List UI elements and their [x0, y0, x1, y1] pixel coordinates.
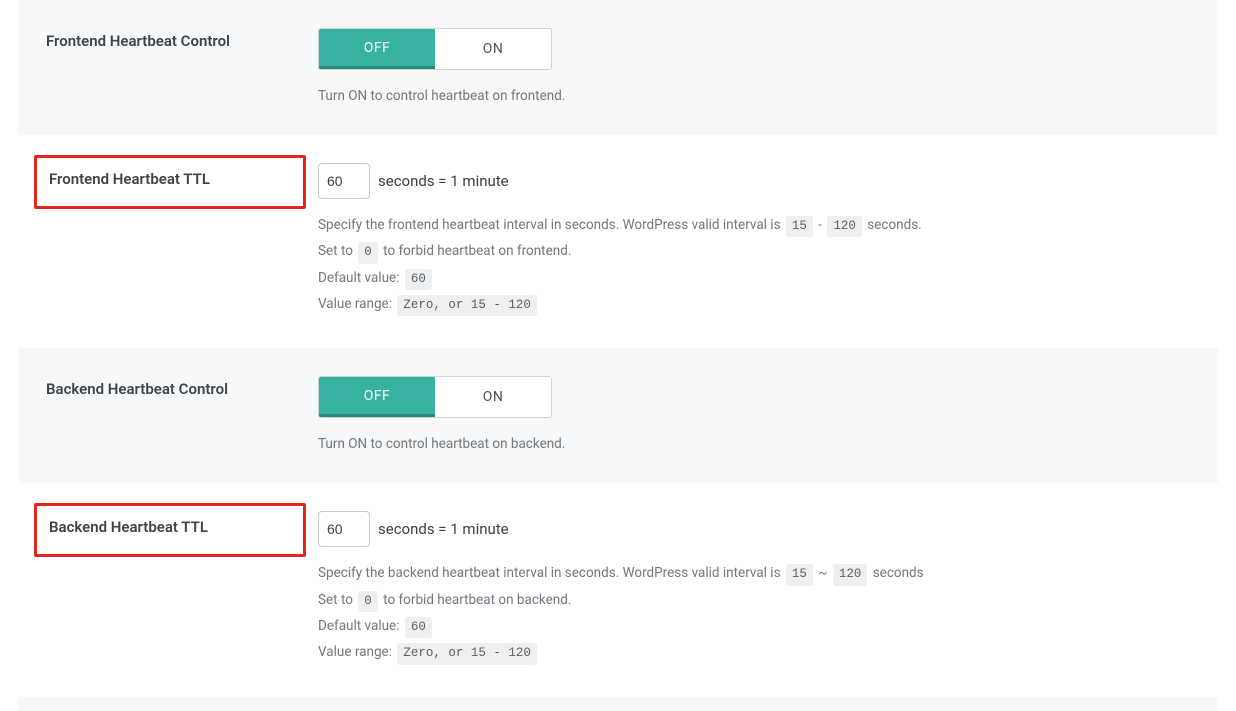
help-fragment: to forbid heartbeat on frontend.: [383, 243, 571, 259]
setting-label: Backend Heartbeat TTL: [49, 518, 208, 536]
row-backend-heartbeat-control: Backend Heartbeat Control OFF ON Turn ON…: [18, 348, 1218, 483]
help-fragment: ~: [818, 565, 831, 581]
bottom-separator: [18, 697, 1218, 711]
setting-label: Backend Heartbeat Control: [46, 380, 228, 398]
code-chip: 60: [405, 617, 432, 638]
help-line: Turn ON to control heartbeat on backend.: [318, 436, 565, 452]
label-col: Frontend Heartbeat TTL: [36, 163, 318, 197]
toggle-off-button[interactable]: OFF: [319, 29, 435, 69]
help-fragment: -: [818, 217, 825, 233]
range-label: Value range:: [318, 644, 395, 660]
code-chip: Zero, or 15 - 120: [397, 643, 537, 664]
help-text: Specify the frontend heartbeat interval …: [318, 215, 1198, 317]
label-col: Backend Heartbeat Control: [36, 376, 318, 398]
code-chip: 15: [786, 216, 813, 237]
range-label: Value range:: [318, 296, 395, 312]
ttl-unit-text: seconds = 1 minute: [378, 172, 509, 190]
code-chip: 120: [827, 216, 862, 237]
help-fragment: seconds: [873, 565, 924, 581]
toggle-backend-control[interactable]: OFF ON: [318, 376, 552, 418]
frontend-ttl-input[interactable]: [318, 163, 370, 199]
help-text: Specify the backend heartbeat interval i…: [318, 563, 1198, 665]
default-label: Default value:: [318, 270, 403, 286]
help-fragment: Set to: [318, 243, 356, 259]
control-col: OFF ON Turn ON to control heartbeat on f…: [318, 28, 1198, 107]
help-fragment: Specify the backend heartbeat interval i…: [318, 565, 784, 581]
help-fragment: seconds.: [867, 217, 922, 233]
help-fragment: Set to: [318, 592, 356, 608]
row-frontend-heartbeat-control: Frontend Heartbeat Control OFF ON Turn O…: [18, 0, 1218, 135]
control-col: seconds = 1 minute Specify the backend h…: [318, 511, 1198, 669]
highlight-box: Backend Heartbeat TTL: [34, 503, 306, 557]
label-col: Frontend Heartbeat Control: [36, 28, 318, 50]
code-chip: 120: [833, 564, 868, 585]
setting-label: Frontend Heartbeat Control: [46, 32, 230, 50]
help-text: Turn ON to control heartbeat on backend.: [318, 434, 1198, 455]
row-frontend-heartbeat-ttl: Frontend Heartbeat TTL seconds = 1 minut…: [18, 135, 1218, 349]
toggle-on-button[interactable]: ON: [435, 377, 551, 417]
toggle-on-button[interactable]: ON: [435, 29, 551, 69]
code-chip: Zero, or 15 - 120: [397, 295, 537, 316]
code-chip: 0: [358, 242, 378, 263]
ttl-unit-text: seconds = 1 minute: [378, 520, 509, 538]
code-chip: 15: [786, 564, 813, 585]
help-fragment: Specify the frontend heartbeat interval …: [318, 217, 784, 233]
toggle-off-button[interactable]: OFF: [319, 377, 435, 417]
toggle-frontend-control[interactable]: OFF ON: [318, 28, 552, 70]
backend-ttl-input[interactable]: [318, 511, 370, 547]
help-text: Turn ON to control heartbeat on frontend…: [318, 86, 1198, 107]
highlight-box: Frontend Heartbeat TTL: [34, 155, 306, 209]
code-chip: 60: [405, 269, 432, 290]
default-label: Default value:: [318, 618, 403, 634]
row-backend-heartbeat-ttl: Backend Heartbeat TTL seconds = 1 minute…: [18, 483, 1218, 697]
code-chip: 0: [358, 591, 378, 612]
setting-label: Frontend Heartbeat TTL: [49, 170, 210, 188]
control-col: seconds = 1 minute Specify the frontend …: [318, 163, 1198, 321]
help-fragment: to forbid heartbeat on backend.: [383, 592, 571, 608]
label-col: Backend Heartbeat TTL: [36, 511, 318, 545]
help-line: Turn ON to control heartbeat on frontend…: [318, 88, 565, 104]
control-col: OFF ON Turn ON to control heartbeat on b…: [318, 376, 1198, 455]
